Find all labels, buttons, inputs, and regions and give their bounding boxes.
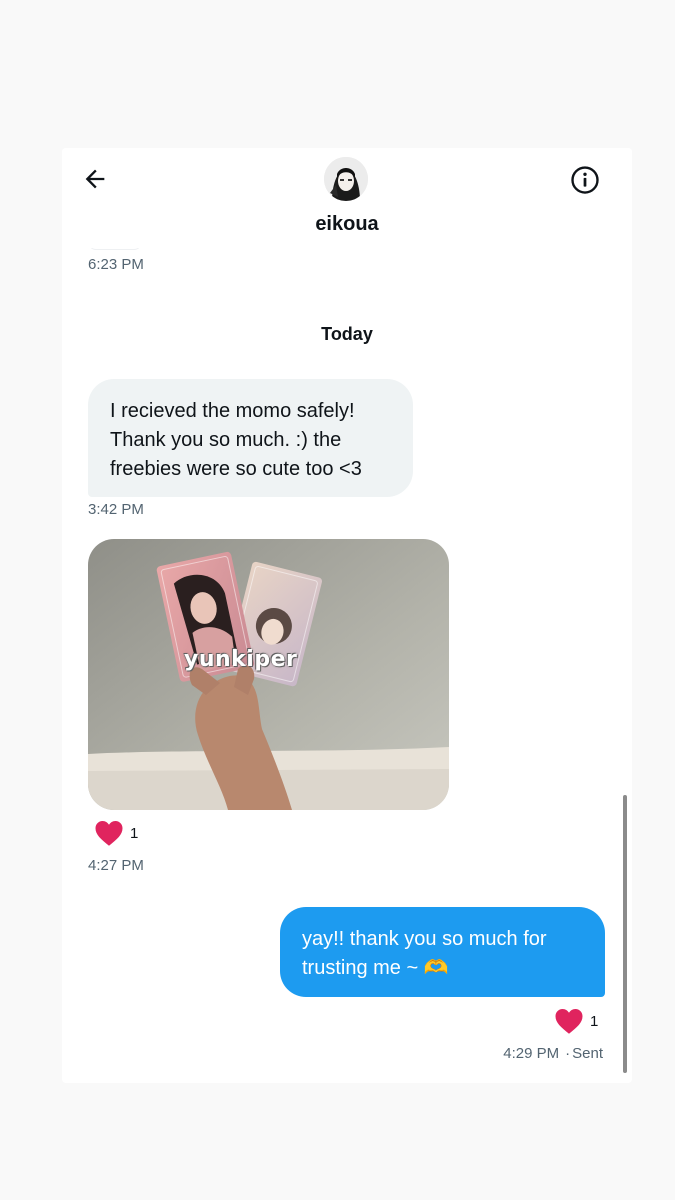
heart-icon bbox=[555, 1009, 583, 1034]
heart-icon bbox=[95, 821, 123, 846]
reaction-count: 1 bbox=[590, 1012, 599, 1030]
separator-dot: · bbox=[565, 1045, 571, 1062]
message-timestamp: 4:29 PM bbox=[503, 1045, 560, 1062]
conversation-header: eikoua bbox=[62, 148, 632, 248]
reaction-chip[interactable]: 1 bbox=[554, 1005, 598, 1037]
avatar[interactable] bbox=[324, 157, 368, 201]
message-status-row: 4:29 PM · Sent bbox=[503, 1045, 603, 1062]
message-timestamp: 4:27 PM bbox=[88, 857, 144, 874]
incoming-message-bubble[interactable]: I recieved the momo safely! Thank you so… bbox=[88, 379, 413, 497]
message-photo[interactable]: yunkiper bbox=[88, 539, 449, 810]
reaction-count: 1 bbox=[130, 824, 139, 842]
info-button[interactable] bbox=[568, 163, 602, 197]
photo-watermark: yunkiper bbox=[184, 647, 298, 672]
back-button[interactable] bbox=[78, 162, 112, 196]
arrow-left-icon bbox=[85, 169, 105, 189]
message-timestamp: 6:23 PM bbox=[88, 256, 144, 273]
message-timestamp: 3:42 PM bbox=[88, 501, 144, 518]
outgoing-message-bubble[interactable]: yay!! thank you so much for trusting me … bbox=[280, 907, 605, 997]
conversation-username[interactable]: eikoua bbox=[62, 213, 632, 236]
photo-image bbox=[88, 539, 449, 810]
info-circle-icon bbox=[571, 166, 599, 194]
dm-conversation-panel: 6:23 PM eikoua Today I recieved the momo… bbox=[62, 148, 632, 1083]
scrollbar-thumb[interactable] bbox=[623, 795, 627, 1073]
message-status: Sent bbox=[572, 1045, 603, 1062]
day-separator: Today bbox=[321, 324, 373, 344]
reaction-chip[interactable]: 1 bbox=[90, 815, 148, 851]
